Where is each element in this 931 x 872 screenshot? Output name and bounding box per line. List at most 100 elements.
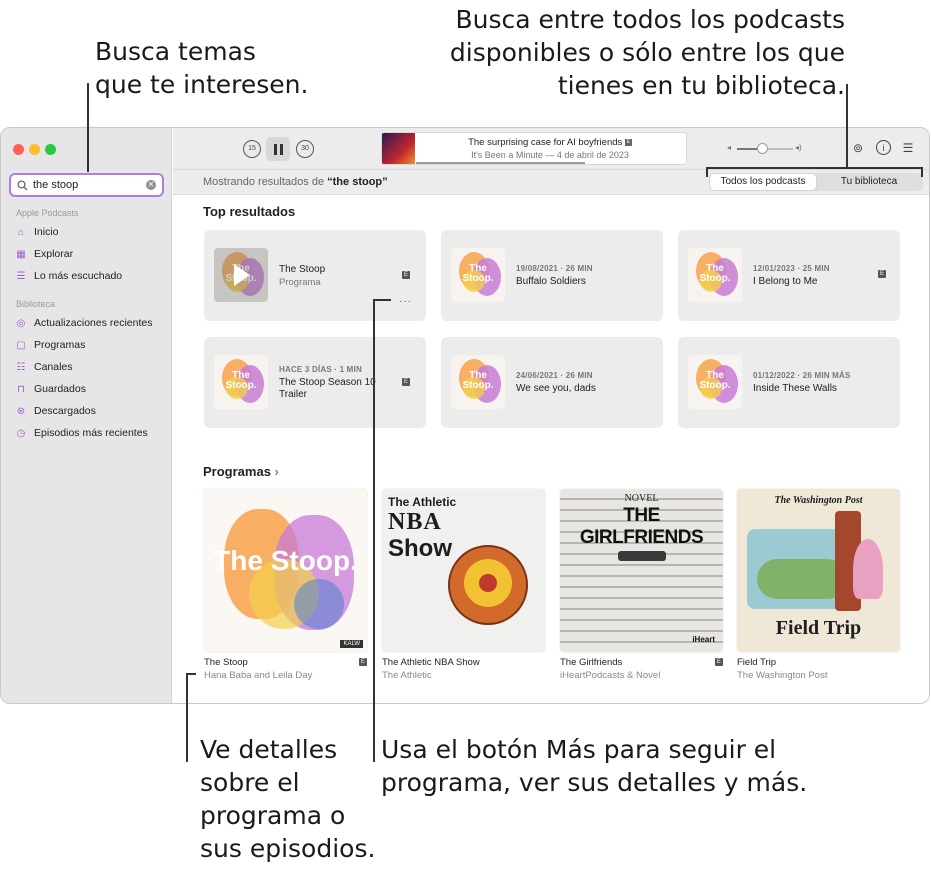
callout-details: Ve detalles sobre el programa o sus epis… (200, 733, 380, 865)
top-result-card[interactable]: The Stoop. 12/01/2023 · 25 MIN I Belong … (678, 230, 900, 321)
show-author[interactable]: iHeartPodcasts & Novel (560, 670, 723, 681)
results-prefix: Mostrando resultados de (203, 176, 328, 188)
show-title[interactable]: The Girlfriends E (560, 657, 723, 668)
channels-icon: ☷ (16, 361, 26, 373)
podcast-artwork: The Stoop. (214, 248, 268, 302)
sidebar-item-episodios-recientes[interactable]: ◷ Episodios más recientes (15, 427, 148, 439)
callout-details-leader (186, 673, 196, 675)
callout-scope-bracket (706, 167, 708, 177)
search-field[interactable]: the stoop ✕ (9, 173, 164, 197)
sidebar-item-programas[interactable]: ▢ Programas (15, 339, 85, 351)
show-author[interactable]: The Washington Post (737, 670, 900, 681)
show-item[interactable]: NOVEL THE GIRLFRIENDS iHeart The Girlfri… (560, 489, 723, 681)
show-title[interactable]: The Athletic NBA Show (382, 657, 545, 668)
sidebar-item-inicio[interactable]: ⌂ Inicio (15, 226, 59, 238)
clear-search-icon[interactable]: ✕ (146, 180, 156, 190)
search-scope-control[interactable]: Todos los podcasts Tu biblioteca (709, 173, 923, 191)
show-title[interactable]: The Stoop E (204, 657, 367, 668)
volume-knob[interactable] (757, 143, 768, 154)
top-results-title: Top resultados (203, 204, 296, 219)
sidebar-item-label: Descargados (34, 405, 96, 417)
show-artwork[interactable]: The Athletic NBA Show (382, 489, 545, 652)
airplay-icon[interactable]: ⊚ (850, 140, 866, 156)
volume-slider[interactable]: ◂ ◂) (727, 142, 805, 156)
show-artwork[interactable]: The Stoop. KALW (204, 489, 367, 652)
close-window-button[interactable] (13, 144, 24, 155)
top-result-card[interactable]: The Stoop. The Stoop Programa E ··· (204, 230, 426, 321)
show-artwork[interactable]: The Washington Post Field Trip (737, 489, 900, 652)
sidebar-item-label: Episodios más recientes (34, 427, 148, 439)
callout-more-line: programa, ver sus detalles y más. (381, 768, 808, 797)
now-playing-title: The surprising case for AI boyfriends E (422, 137, 678, 148)
info-icon[interactable]: i (876, 140, 891, 155)
volume-low-icon: ◂ (727, 143, 732, 152)
explicit-badge: E (402, 271, 410, 279)
card-meta: 19/08/2021 · 26 MIN (516, 264, 593, 273)
sidebar-item-label: Explorar (34, 248, 74, 260)
callout-more-leader (373, 299, 375, 762)
show-item[interactable]: The Washington Post Field Trip Field Tri… (737, 489, 900, 681)
download-icon: ⊛ (16, 405, 26, 417)
show-author[interactable]: The Athletic (382, 670, 545, 681)
card-meta: HACE 3 DÍAS · 1 MIN (279, 365, 362, 374)
artwork-text: The Athletic (388, 495, 457, 509)
more-button[interactable]: ··· (399, 296, 412, 307)
explicit-badge: E (715, 658, 723, 666)
show-artwork[interactable]: NOVEL THE GIRLFRIENDS iHeart (560, 489, 723, 652)
card-title: Inside These Walls (753, 383, 837, 394)
skip-back-15-button[interactable]: 15 (243, 140, 261, 158)
explicit-badge: E (624, 138, 632, 146)
shows-section-title[interactable]: Programas › (203, 464, 279, 479)
sidebar-item-guardados[interactable]: ⊓ Guardados (15, 383, 86, 395)
callout-search-line: que te interesen. (95, 70, 309, 99)
artwork-text: The Stoop. (699, 370, 731, 391)
callout-search-leader (87, 83, 89, 172)
now-playing[interactable]: The surprising case for AI boyfriends E … (381, 132, 687, 165)
show-title-text: The Stoop (204, 657, 248, 668)
minimize-window-button[interactable] (29, 144, 40, 155)
artwork-text: NOVEL (624, 493, 659, 504)
show-author[interactable]: Hana Baba and Leila Day (204, 670, 367, 681)
callout-search-line: Busca temas (95, 37, 256, 66)
show-item[interactable]: The Stoop. KALW The Stoop E Hana Baba an… (204, 489, 367, 681)
show-item[interactable]: The Athletic NBA Show The Athletic NBA S… (382, 489, 545, 681)
callout-more-leader (373, 299, 391, 301)
pause-button[interactable] (266, 137, 290, 161)
play-icon[interactable] (214, 248, 268, 302)
callout-more-button: Usa el botón Más para seguir el programa… (381, 733, 921, 799)
scope-your-library[interactable]: Tu biblioteca (816, 174, 922, 190)
skip-forward-30-button[interactable]: 30 (296, 140, 314, 158)
callout-details-leader (186, 673, 188, 762)
artwork-badge: KALW (340, 640, 363, 648)
sidebar-item-canales[interactable]: ☷ Canales (15, 361, 73, 373)
playback-progress[interactable] (416, 162, 585, 164)
sidebar-item-actualizaciones[interactable]: ◎ Actualizaciones recientes (15, 317, 153, 329)
callout-scope-leader (846, 84, 848, 167)
search-input[interactable]: the stoop (33, 179, 146, 191)
checkmark-circle-icon: ◎ (16, 317, 26, 329)
sidebar-item-label: Inicio (34, 226, 59, 238)
top-result-card[interactable]: The Stoop. 01/12/2022 · 26 MIN MÁS Insid… (678, 337, 900, 428)
top-result-card[interactable]: The Stoop. 19/08/2021 · 26 MIN Buffalo S… (441, 230, 663, 321)
zoom-window-button[interactable] (45, 144, 56, 155)
card-meta: 24/06/2021 · 26 MIN (516, 371, 593, 380)
results-label: Mostrando resultados de “the stoop” (203, 176, 388, 188)
artwork-text: The Stoop. (462, 370, 494, 391)
queue-list-icon[interactable]: ☰ (900, 140, 916, 156)
now-playing-title-text: The surprising case for AI boyfriends (468, 137, 623, 148)
podcast-artwork: The Stoop. (451, 355, 505, 409)
callout-scope-bracket (921, 167, 923, 177)
artwork-badge: iHeart (692, 635, 715, 644)
card-title: I Belong to Me (753, 276, 818, 287)
top-result-card[interactable]: The Stoop. HACE 3 DÍAS · 1 MIN The Stoop… (204, 337, 426, 428)
sidebar-item-descargados[interactable]: ⊛ Descargados (15, 405, 96, 417)
top-result-card[interactable]: The Stoop. 24/06/2021 · 26 MIN We see yo… (441, 337, 663, 428)
scope-all-podcasts[interactable]: Todos los podcasts (710, 174, 816, 190)
show-title-text: Field Trip (737, 657, 777, 668)
show-title[interactable]: Field Trip (737, 657, 900, 668)
sidebar-item-lo-mas-escuchado[interactable]: ☰ Lo más escuchado (15, 270, 123, 282)
sidebar-item-explorar[interactable]: ▦ Explorar (15, 248, 73, 260)
card-meta: 12/01/2023 · 25 MIN (753, 264, 830, 273)
callout-scope-line: disponibles o sólo entre los que (449, 38, 845, 67)
explicit-badge: E (402, 378, 410, 386)
